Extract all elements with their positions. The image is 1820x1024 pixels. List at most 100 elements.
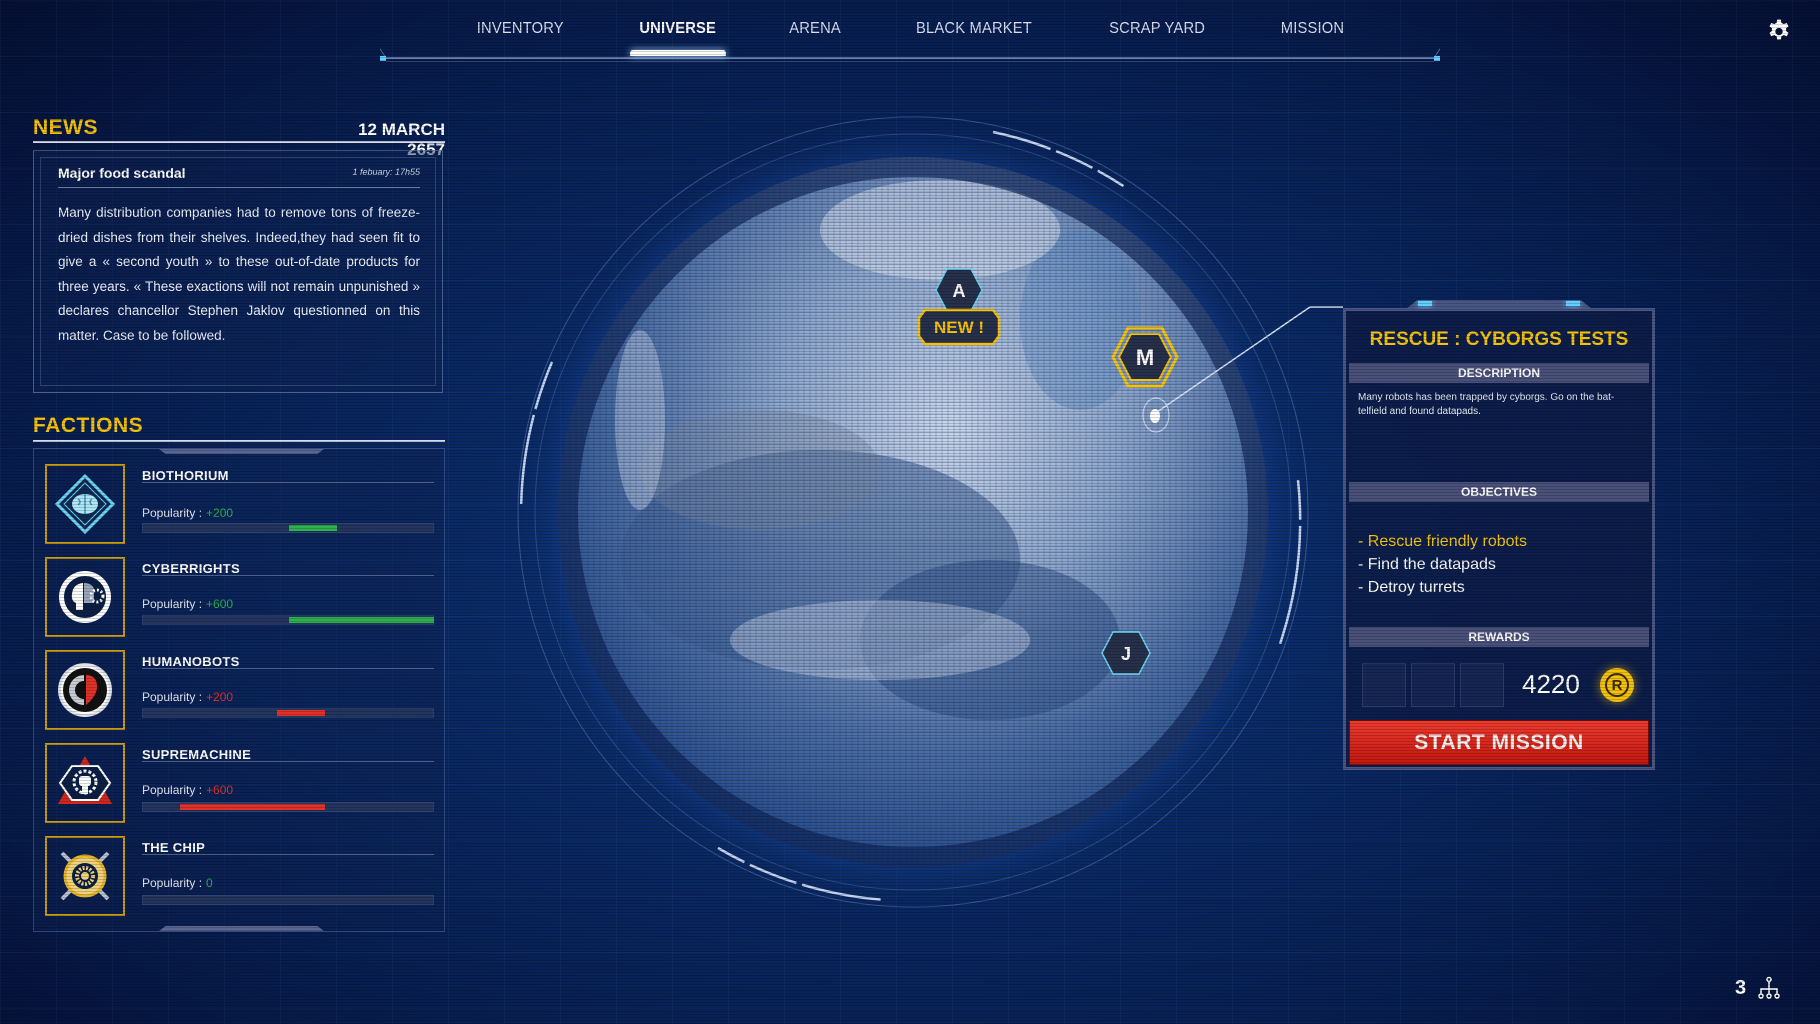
faction-popularity: Popularity : +200 [142,506,233,520]
factions-divider [33,440,445,442]
top-navigation: INVENTORY UNIVERSE ARENA BLACK MARKET SC… [380,0,1440,62]
gear-icon[interactable] [1766,18,1792,44]
objective-item: - Rescue friendly robots [1358,533,1527,550]
popularity-bar [142,895,434,905]
popularity-bar [142,523,434,533]
faction-name: THE CHIP [142,840,206,855]
reward-slot[interactable] [1411,663,1455,707]
orbit-arc [717,846,886,902]
news-article: Major food scandal 1 febuary: 17h55 Many… [33,150,443,393]
faction-row-humanobots[interactable]: HUMANOBOTS Popularity : +200 [34,650,446,732]
nav-tabs: INVENTORY UNIVERSE ARENA BLACK MARKET SC… [380,20,1440,38]
popularity-bar-fill [289,525,338,531]
hierarchy-icon[interactable] [1757,976,1781,1000]
popularity-value: +200 [206,506,234,520]
reward-slot[interactable] [1460,663,1504,707]
orbit-ring-inner [534,133,1292,891]
popularity-bar [142,615,434,625]
news-timestamp: 1 febuary: 17h55 [352,167,420,177]
hexagon-marker-icon: J [1101,631,1151,675]
popularity-bar [142,708,434,718]
planet-marker-j[interactable]: J [1100,630,1152,676]
faction-emblem [45,836,125,916]
news-headline: Major food scandal [58,165,186,181]
faction-name: SUPREMACHINE [142,747,252,762]
faction-name: CYBERRIGHTS [142,561,240,576]
news-divider [33,141,445,143]
popularity-label: Popularity : [142,506,203,520]
objectives-list: - Rescue friendly robots - Find the data… [1358,530,1527,599]
popularity-value: 0 [206,876,213,890]
planet-surface [558,157,1268,867]
factions-list: BIOTHORIUM Popularity : +200 CYBERRIGHTS … [33,448,445,932]
faction-emblem [45,743,125,823]
faction-popularity: Popularity : +200 [142,690,233,704]
chip-gear-icon [60,851,110,901]
tab-black-market[interactable]: BLACK MARKET [885,20,1063,38]
popularity-value: +600 [206,783,234,797]
objective-item: - Detroy turrets [1358,579,1465,596]
location-point[interactable] [1150,409,1160,423]
rewards-header: REWARDS [1349,627,1649,647]
gear-heart-icon [58,663,112,717]
mission-panel: RESCUE : CYBORGS TESTS DESCRIPTION Many … [1343,300,1655,770]
orbit-arc [992,130,1151,206]
popularity-bar-fill [180,804,325,810]
faction-divider [142,575,434,576]
factions-title: FACTIONS [33,414,144,437]
faction-popularity: Popularity : +600 [142,783,233,797]
badge-frame: NEW ! [917,308,1001,346]
reward-amount: 4220 [1522,669,1580,699]
popularity-label: Popularity : [142,597,203,611]
faction-emblem [45,650,125,730]
list-top-tab [159,449,324,454]
orbit-arc [519,361,554,541]
new-badge[interactable]: NEW ! [917,308,1001,346]
tab-inventory[interactable]: INVENTORY [446,20,596,38]
faction-row-biothorium[interactable]: BIOTHORIUM Popularity : +200 [34,464,446,546]
head-gear-icon [59,571,111,623]
reward-slot[interactable] [1362,663,1406,707]
faction-row-the-chip[interactable]: THE CHIP Popularity :0 [34,836,446,918]
popularity-bar [142,802,434,812]
faction-divider [142,668,434,669]
news-headline-divider [58,187,420,188]
news-title: NEWS [33,116,98,139]
planet-marker-m[interactable]: M [1111,326,1179,388]
start-mission-button[interactable]: START MISSION [1349,720,1649,765]
faction-row-supremachine[interactable]: SUPREMACHINE Popularity : +600 [34,743,446,825]
orbit-ring [517,116,1309,908]
news-body: Many distribution companies had to remov… [58,205,420,343]
faction-popularity: Popularity :0 [142,876,213,890]
faction-popularity: Popularity : +600 [142,597,233,611]
tab-universe[interactable]: UNIVERSE [608,20,747,38]
popularity-label: Popularity : [142,876,203,890]
popularity-value: +200 [206,690,234,704]
marker-letter: J [1121,644,1131,664]
tab-arena[interactable]: ARENA [758,20,872,38]
tab-mission[interactable]: MISSION [1249,20,1375,38]
objective-item: - Find the datapads [1358,556,1496,573]
faction-divider [142,854,434,855]
marker-letter: A [953,281,966,301]
popularity-label: Popularity : [142,690,203,704]
popularity-value: +600 [206,597,234,611]
mission-title: RESCUE : CYBORGS TESTS [1369,329,1629,350]
planet-glow [518,117,1308,907]
currency-symbol: R [1605,673,1629,697]
fist-gear-icon [58,756,112,804]
popularity-label: Popularity : [142,783,203,797]
planet-marker-a[interactable]: A [934,267,984,313]
panel-top-decoration [1406,300,1592,309]
tab-scrap-yard[interactable]: SCRAP YARD [1078,20,1236,38]
currency-coin-icon: R [1600,668,1634,702]
mission-connector-line [1156,306,1311,413]
popularity-bar-fill [276,710,325,716]
popularity-bar-fill [289,617,434,623]
location-ring [1142,397,1170,433]
faction-row-cyberrights[interactable]: CYBERRIGHTS Popularity : +600 [34,557,446,639]
brain-diamond-icon [54,473,116,535]
faction-name: BIOTHORIUM [142,468,229,483]
objectives-header: OBJECTIVES [1349,482,1649,502]
faction-emblem [45,557,125,637]
